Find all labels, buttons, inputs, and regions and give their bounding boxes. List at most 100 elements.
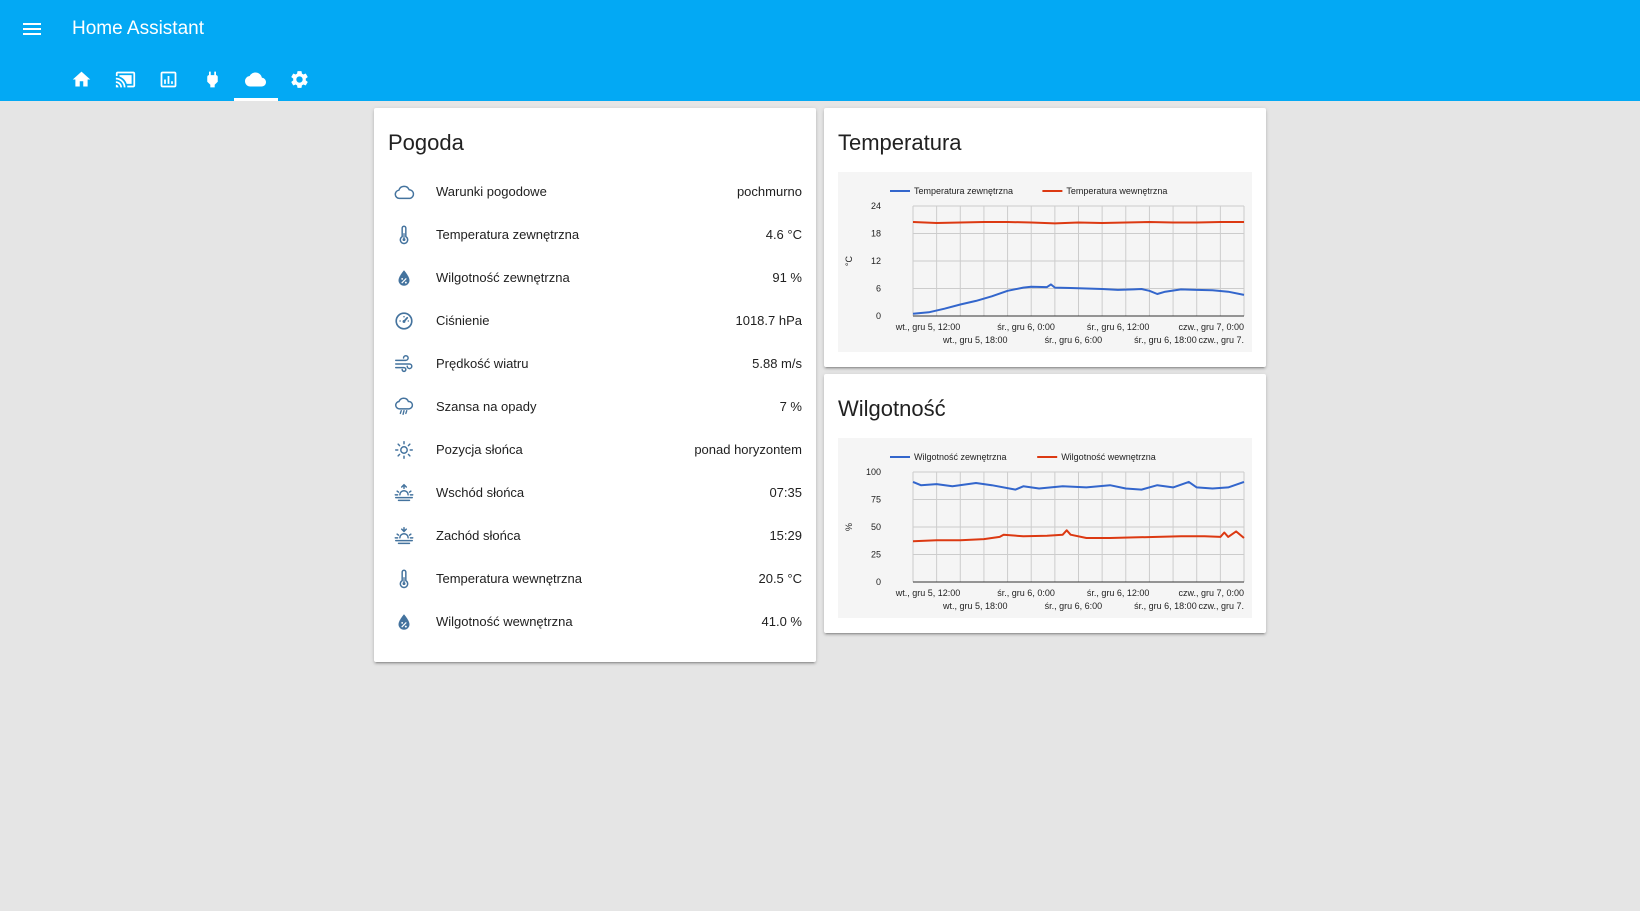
sunset-icon — [392, 524, 416, 548]
x-tick-label: wt., gru 5, 12:00 — [895, 588, 961, 598]
legend-label: Temperatura wewnętrzna — [1066, 186, 1167, 196]
chart-title: Wilgotność — [838, 396, 946, 421]
menu-icon[interactable] — [20, 17, 44, 41]
series-line — [912, 221, 1244, 225]
y-tick-label: 24 — [871, 201, 881, 211]
y-tick-label: 18 — [871, 229, 881, 239]
entity-name: Wschód słońca — [436, 485, 525, 500]
entity-row[interactable]: Warunki pogodowe pochmurno — [374, 170, 816, 213]
entity-row[interactable]: Ciśnienie 1018.7 hPa — [374, 299, 816, 342]
x-tick-label: śr., gru 6, 12:00 — [1087, 588, 1150, 598]
temperature-chart[interactable]: 0 6 12 18 24 °C wt., gru 5, 12:00 śr., gru 6, 0… — [838, 172, 1252, 352]
temperature-chart-card: Temperatura 0 6 12 18 24 °C wt., gru 5, 12:00 ś… — [824, 108, 1266, 367]
home-icon — [73, 71, 91, 87]
tab-cast[interactable] — [104, 62, 148, 101]
entity-row[interactable]: Prędkość wiatru 5.88 m/s — [374, 342, 816, 385]
tab-weather[interactable] — [234, 62, 278, 101]
x-tick-label: czw., gru 7, 0:00 — [1178, 322, 1244, 332]
water-percent-icon — [392, 610, 416, 634]
gear-icon — [291, 71, 308, 88]
entity-name: Zachód słońca — [436, 528, 521, 543]
sunrise-icon — [392, 481, 416, 505]
x-tick-label: wt., gru 5, 18:00 — [942, 335, 1008, 345]
legend-label: Wilgotność zewnętrzna — [914, 452, 1007, 462]
x-tick-label: śr., gru 6, 18:00 — [1134, 601, 1197, 611]
x-tick-label: czw., gru 7, 0:00 — [1178, 588, 1244, 598]
entity-row[interactable]: Temperatura wewnętrzna 20.5 °C — [374, 557, 816, 600]
x-tick-label: wt., gru 5, 18:00 — [942, 601, 1008, 611]
y-tick-label: 25 — [871, 550, 881, 560]
entity-value: 20.5 °C — [758, 571, 802, 586]
entity-value: ponad horyzontem — [694, 442, 802, 457]
sun-icon — [392, 438, 416, 462]
entity-value: pochmurno — [736, 184, 802, 199]
entity-row[interactable]: Wilgotność zewnętrzna 91 % — [374, 256, 816, 299]
entity-value: 1018.7 hPa — [735, 313, 802, 328]
entity-name: Warunki pogodowe — [436, 184, 547, 199]
thermometer-icon — [392, 223, 416, 247]
y-tick-label: 0 — [876, 577, 881, 587]
app-title: Home Assistant — [72, 18, 204, 39]
x-tick-label: czw., gru 7. — [1198, 335, 1244, 345]
entity-value: 41.0 % — [761, 614, 802, 629]
x-tick-label: śr., gru 6, 6:00 — [1045, 335, 1103, 345]
entity-name: Wilgotność zewnętrzna — [436, 270, 570, 285]
view-tabs — [60, 62, 321, 101]
temperature-chart-svg: 0 6 12 18 24 °C wt., gru 5, 12:00 śr., gru 6, 0… — [844, 186, 1245, 345]
chart-title: Temperatura — [838, 130, 962, 155]
x-tick-label: śr., gru 6, 18:00 — [1134, 335, 1197, 345]
gauge-icon — [392, 309, 416, 333]
x-tick-label: czw., gru 7. — [1198, 601, 1244, 611]
cloud-icon — [245, 72, 267, 87]
entity-value: 07:35 — [769, 485, 802, 500]
y-tick-label: 50 — [871, 522, 881, 532]
humidity-chart[interactable]: 0 25 50 75 100% wt., gru 5, 12:00 śr., gru 6, … — [838, 438, 1252, 618]
entity-value: 5.88 m/s — [752, 356, 802, 371]
y-axis-label: °C — [844, 255, 854, 266]
entity-value: 7 % — [779, 399, 802, 414]
entity-row[interactable]: Szansa na opady 7 % — [374, 385, 816, 428]
weather-card: Pogoda Warunki pogodowe pochmurno Temperat… — [374, 108, 816, 662]
entity-name: Wilgotność wewnętrzna — [436, 614, 573, 629]
cast-icon — [115, 71, 135, 88]
entity-row[interactable]: Wschód słońca 07:35 — [374, 471, 816, 514]
x-tick-label: śr., gru 6, 6:00 — [1045, 601, 1103, 611]
entity-value: 4.6 °C — [765, 227, 802, 242]
entity-name: Ciśnienie — [436, 313, 490, 328]
card-title: Pogoda — [388, 130, 464, 155]
x-tick-label: śr., gru 6, 0:00 — [997, 588, 1055, 598]
rain-icon — [392, 395, 416, 419]
tab-history[interactable] — [147, 62, 191, 101]
entity-name: Pozycja słońca — [436, 442, 523, 457]
y-tick-label: 6 — [876, 284, 881, 294]
plug-icon — [207, 71, 218, 88]
tab-home[interactable] — [60, 62, 104, 101]
entity-row[interactable]: Wilgotność wewnętrzna 41.0 % — [374, 600, 816, 643]
entity-row[interactable]: Zachód słońca 15:29 — [374, 514, 816, 557]
x-tick-label: śr., gru 6, 12:00 — [1087, 322, 1150, 332]
legend-label: Temperatura zewnętrzna — [914, 186, 1013, 196]
x-tick-label: wt., gru 5, 12:00 — [895, 322, 961, 332]
entity-name: Szansa na opady — [436, 399, 537, 414]
tab-energy[interactable] — [191, 62, 235, 101]
entity-name: Temperatura wewnętrzna — [436, 571, 582, 586]
entity-row[interactable]: Pozycja słońca ponad horyzontem — [374, 428, 816, 471]
y-tick-label: 75 — [871, 495, 881, 505]
chart-icon — [160, 71, 177, 88]
water-percent-icon — [392, 266, 416, 290]
thermometer-icon — [392, 567, 416, 591]
entity-name: Temperatura zewnętrzna — [436, 227, 580, 242]
entity-value: 15:29 — [769, 528, 802, 543]
y-tick-label: 12 — [871, 256, 881, 266]
x-tick-label: śr., gru 6, 0:00 — [997, 322, 1055, 332]
humidity-chart-svg: 0 25 50 75 100% wt., gru 5, 12:00 śr., gru 6, … — [844, 452, 1245, 611]
entity-name: Prędkość wiatru — [436, 356, 529, 371]
legend-label: Wilgotność wewnętrzna — [1061, 452, 1156, 462]
tab-settings[interactable] — [278, 62, 322, 101]
humidity-chart-card: Wilgotność 0 25 50 75 100% wt., gru 5, 12:00 ś… — [824, 374, 1266, 633]
y-tick-label: 100 — [866, 467, 881, 477]
wind-icon — [392, 352, 416, 376]
cloud-outline-icon — [392, 180, 416, 204]
entity-row[interactable]: Temperatura zewnętrzna 4.6 °C — [374, 213, 816, 256]
entity-value: 91 % — [772, 270, 802, 285]
